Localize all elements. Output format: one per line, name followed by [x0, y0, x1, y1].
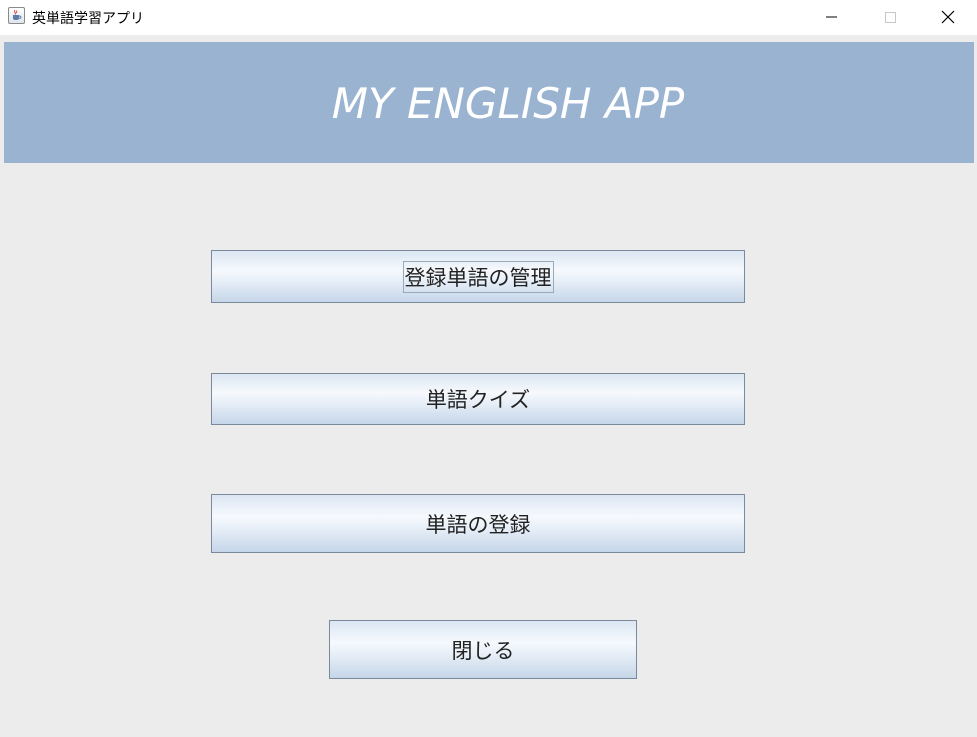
close-window-button[interactable] [919, 0, 977, 35]
window-title: 英単語学習アプリ [32, 11, 144, 27]
title-bar[interactable]: 英単語学習アプリ [0, 0, 977, 35]
word-quiz-label: 単語クイズ [425, 388, 531, 412]
maximize-button[interactable] [861, 0, 919, 35]
app-window: 英単語学習アプリ MY ENGLISH APP 登録単語の管理 単語クイズ 単語… [0, 0, 977, 737]
word-quiz-button[interactable]: 単語クイズ [211, 373, 745, 425]
header-banner: MY ENGLISH APP [4, 42, 974, 163]
java-cup-icon [8, 7, 25, 24]
close-icon [941, 10, 955, 24]
minimize-button[interactable] [803, 0, 861, 35]
close-app-label: 閉じる [451, 638, 515, 663]
maximize-icon [885, 12, 896, 23]
minimize-icon [826, 16, 837, 18]
manage-words-label: 登録単語の管理 [402, 260, 554, 293]
app-title: MY ENGLISH APP [331, 79, 685, 128]
register-word-label: 単語の登録 [425, 512, 531, 537]
close-app-button[interactable]: 閉じる [329, 620, 637, 679]
register-word-button[interactable]: 単語の登録 [211, 494, 745, 553]
manage-words-button[interactable]: 登録単語の管理 [211, 250, 745, 303]
